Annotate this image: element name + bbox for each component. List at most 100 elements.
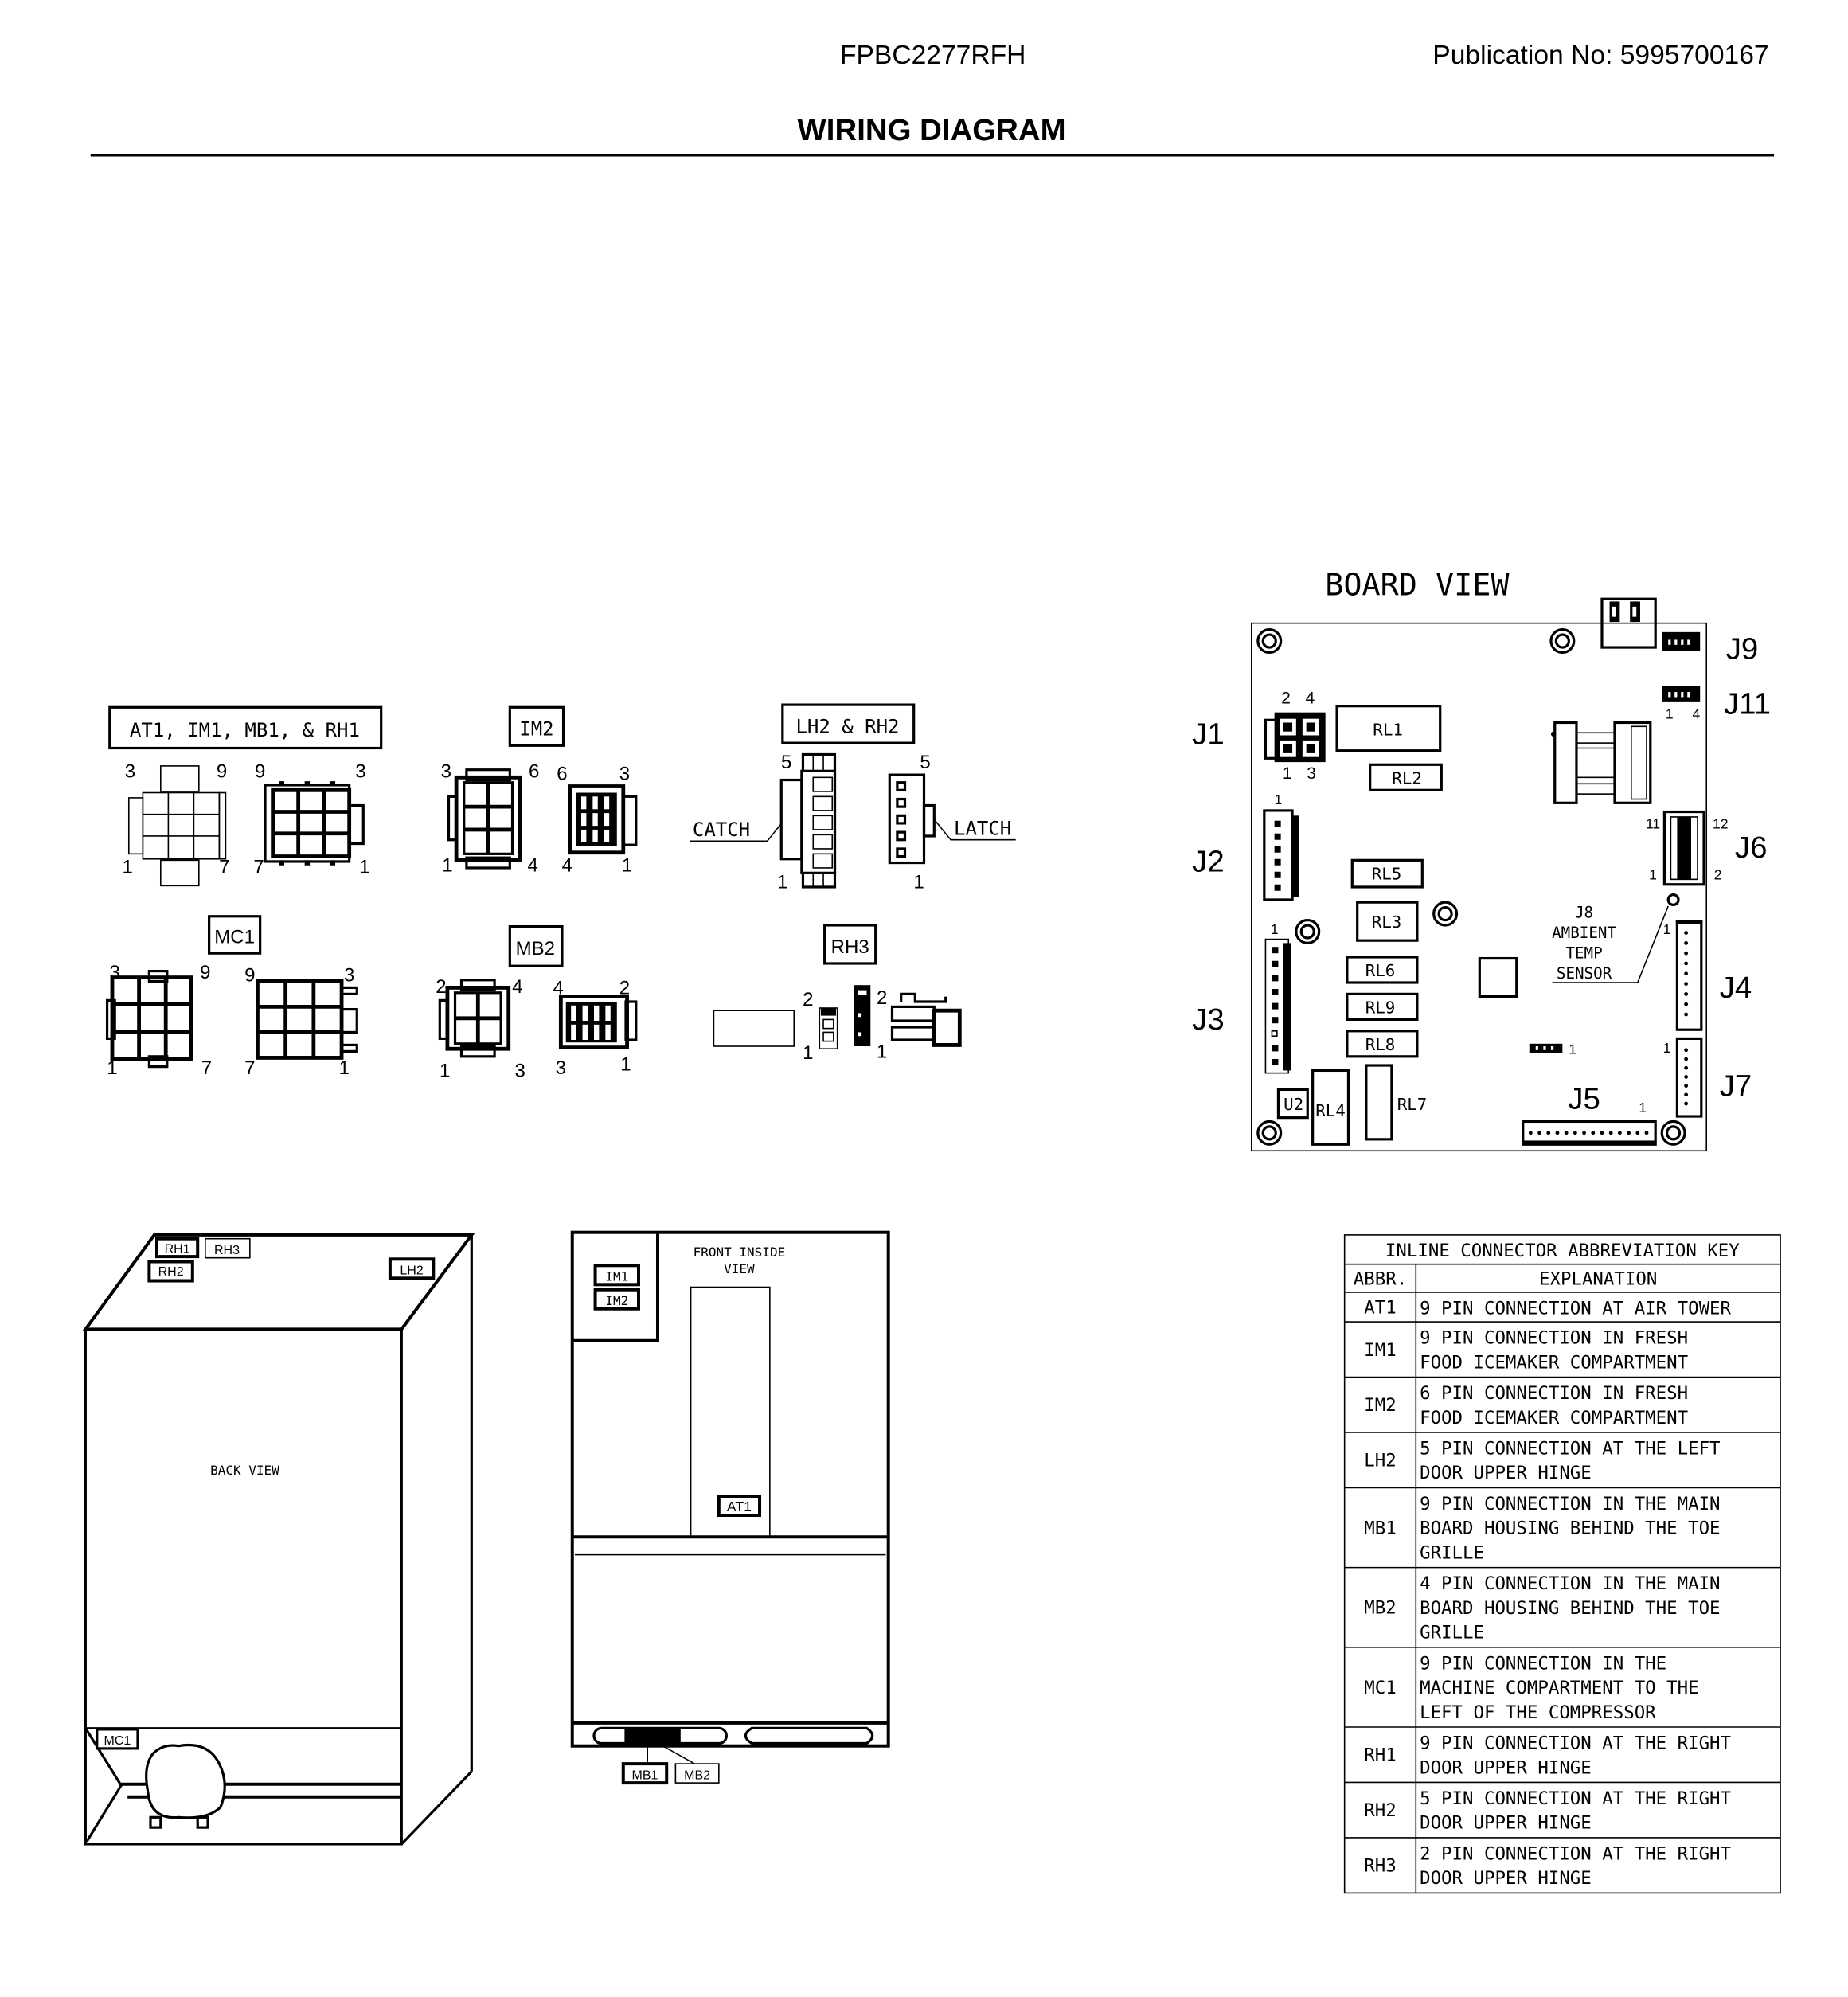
- pin-number: 11: [1646, 815, 1660, 831]
- mounting-hole: [1660, 1120, 1686, 1146]
- tag-lh2: LH2: [388, 1257, 436, 1280]
- relay-label: RL8: [1365, 1035, 1396, 1054]
- column-header-explanation: EXPLANATION: [1539, 1268, 1657, 1289]
- jack-label-j6: J6: [1735, 830, 1768, 865]
- explanation-line: 9 PIN CONNECTION AT AIR TOWER: [1420, 1298, 1731, 1319]
- pin-number: 2: [803, 989, 813, 1010]
- explanation-line: 9 PIN CONNECTION AT THE RIGHT: [1420, 1733, 1731, 1754]
- connector-label: AT1, IM1, MB1, & RH1: [130, 719, 360, 741]
- abbr-cell: RH2: [1364, 1800, 1396, 1821]
- connector-housing-latch: [888, 773, 936, 865]
- jack-j6: [1662, 810, 1705, 886]
- small-header: [1529, 1043, 1563, 1053]
- pin-number: 9: [217, 760, 227, 782]
- pin-number: 7: [219, 856, 229, 877]
- explanation-line: GRILLE: [1420, 1542, 1484, 1563]
- pin-number: 3: [619, 764, 630, 785]
- board-view-title: BOARD VIEW: [1325, 567, 1510, 603]
- tag-label: MB2: [684, 1768, 710, 1782]
- abbr-cell: IM2: [1364, 1395, 1396, 1416]
- pin-number: 4: [553, 977, 563, 998]
- connector-housing-male: [568, 784, 638, 855]
- explanation-line: 5 PIN CONNECTION AT THE LEFT: [1420, 1439, 1720, 1460]
- front-view-label: VIEW: [724, 1261, 755, 1276]
- mounting-hole: [1432, 901, 1459, 927]
- tag-label: IM2: [605, 1293, 628, 1308]
- pin-number: 1: [123, 856, 133, 877]
- jack-j5: [1522, 1120, 1657, 1146]
- connector-at1-group: AT1, IM1, MB1, & RH1 3 9 1 7 9 3 7 1: [108, 705, 383, 887]
- sensor-label: AMBIENT: [1552, 924, 1616, 942]
- connector-label: RH3: [831, 936, 869, 958]
- pin-number: 3: [1307, 764, 1316, 783]
- explanation-line: 2 PIN CONNECTION AT THE RIGHT: [1420, 1843, 1731, 1864]
- pin-number: 5: [781, 752, 791, 773]
- relay-rl9: RL9: [1346, 992, 1419, 1022]
- pin-number: 3: [125, 760, 135, 782]
- connector-lh2-rh2: LH2 & RH2 5 1 CATCH 5 1 LATCH: [690, 703, 1016, 893]
- connector-im2: IM2 3 6 1 4 6 3 4 1: [441, 705, 638, 877]
- connector-housing-female: [127, 765, 227, 887]
- jack-label-j1: J1: [1192, 717, 1225, 752]
- explanation-line: 9 PIN CONNECTION IN THE MAIN: [1420, 1494, 1720, 1514]
- model-number: FPBC2277RFH: [840, 41, 1026, 70]
- publication-number: Publication No: 5995700167: [1432, 41, 1768, 70]
- explanation-line: DOOR UPPER HINGE: [1420, 1813, 1592, 1834]
- pin-number: 1: [442, 855, 452, 877]
- pin-number: 1: [1569, 1041, 1576, 1057]
- transformer: [1550, 721, 1652, 804]
- abbr-cell: RH1: [1364, 1745, 1396, 1766]
- relay-rl2: RL2: [1369, 763, 1443, 791]
- jack-label-j2: J2: [1192, 845, 1225, 879]
- explanation-line: 9 PIN CONNECTION IN FRESH: [1420, 1328, 1688, 1349]
- pin-number: 3: [355, 760, 365, 782]
- explanation-line: 6 PIN CONNECTION IN FRESH: [1420, 1383, 1688, 1404]
- relay-rl5: RL5: [1350, 858, 1424, 889]
- chip-label: U2: [1283, 1095, 1303, 1114]
- pin-number: 1: [339, 1057, 350, 1079]
- abbr-cell: LH2: [1364, 1451, 1396, 1471]
- pin-number: 1: [622, 855, 632, 877]
- jack-label-j9: J9: [1726, 631, 1759, 666]
- pin-number: 2: [1714, 866, 1722, 882]
- pin-number: 1: [1283, 764, 1292, 783]
- jack-j3: [1264, 938, 1291, 1074]
- relay-rl4: RL4: [1311, 1069, 1350, 1146]
- j8-ambient-temp-sensor: J8 AMBIENT TEMP SENSOR: [1552, 893, 1680, 983]
- pin-number: 1: [1649, 866, 1657, 882]
- front-view-label: FRONT INSIDE: [693, 1245, 786, 1260]
- connector-label: LH2 & RH2: [795, 715, 899, 737]
- explanation-line: FOOD ICEMAKER COMPARTMENT: [1420, 1352, 1688, 1373]
- latch-label: LATCH: [954, 817, 1011, 839]
- tag-label: IM1: [605, 1269, 628, 1284]
- table-row: IM2 6 PIN CONNECTION IN FRESH FOOD ICEMAKE…: [1344, 1383, 1781, 1433]
- tag-mb2: MB2: [674, 1763, 720, 1784]
- pin-number: 7: [244, 1057, 255, 1079]
- connector-housing-male: [558, 995, 638, 1050]
- pin-number: 6: [557, 764, 567, 785]
- table-row: LH2 5 PIN CONNECTION AT THE LEFT DOOR UPPE…: [1344, 1439, 1781, 1489]
- pin-number: 3: [556, 1057, 566, 1079]
- table-row: RH3 2 PIN CONNECTION AT THE RIGHT DOOR UPP…: [1364, 1843, 1731, 1889]
- pin-number: 1: [1271, 921, 1279, 937]
- pin-number: 1: [1275, 791, 1283, 807]
- tag-im1: IM1: [593, 1264, 640, 1287]
- jack-label-j7: J7: [1720, 1069, 1752, 1103]
- connector-label: MC1: [214, 926, 255, 948]
- explanation-line: LEFT OF THE COMPRESSOR: [1420, 1702, 1656, 1723]
- relay-label: RL6: [1365, 961, 1396, 980]
- connector-housing-catch: [779, 752, 837, 889]
- connector-housing-male: [256, 979, 358, 1060]
- tag-label: RH2: [158, 1265, 184, 1279]
- connector-housing-female: [438, 979, 511, 1058]
- explanation-line: BOARD HOUSING BEHIND THE TOE: [1420, 1518, 1720, 1539]
- mounting-hole: [1549, 628, 1576, 655]
- relay-rl1: RL1: [1335, 705, 1442, 752]
- tag-mc1: MC1: [96, 1728, 139, 1750]
- pin-number: 1: [913, 872, 924, 893]
- cabinet-top: [82, 1233, 475, 1331]
- main-board-housing: [624, 1728, 681, 1744]
- tag-label: MB1: [632, 1768, 658, 1782]
- abbr-cell: IM1: [1364, 1340, 1396, 1361]
- pin-number: 4: [527, 855, 537, 877]
